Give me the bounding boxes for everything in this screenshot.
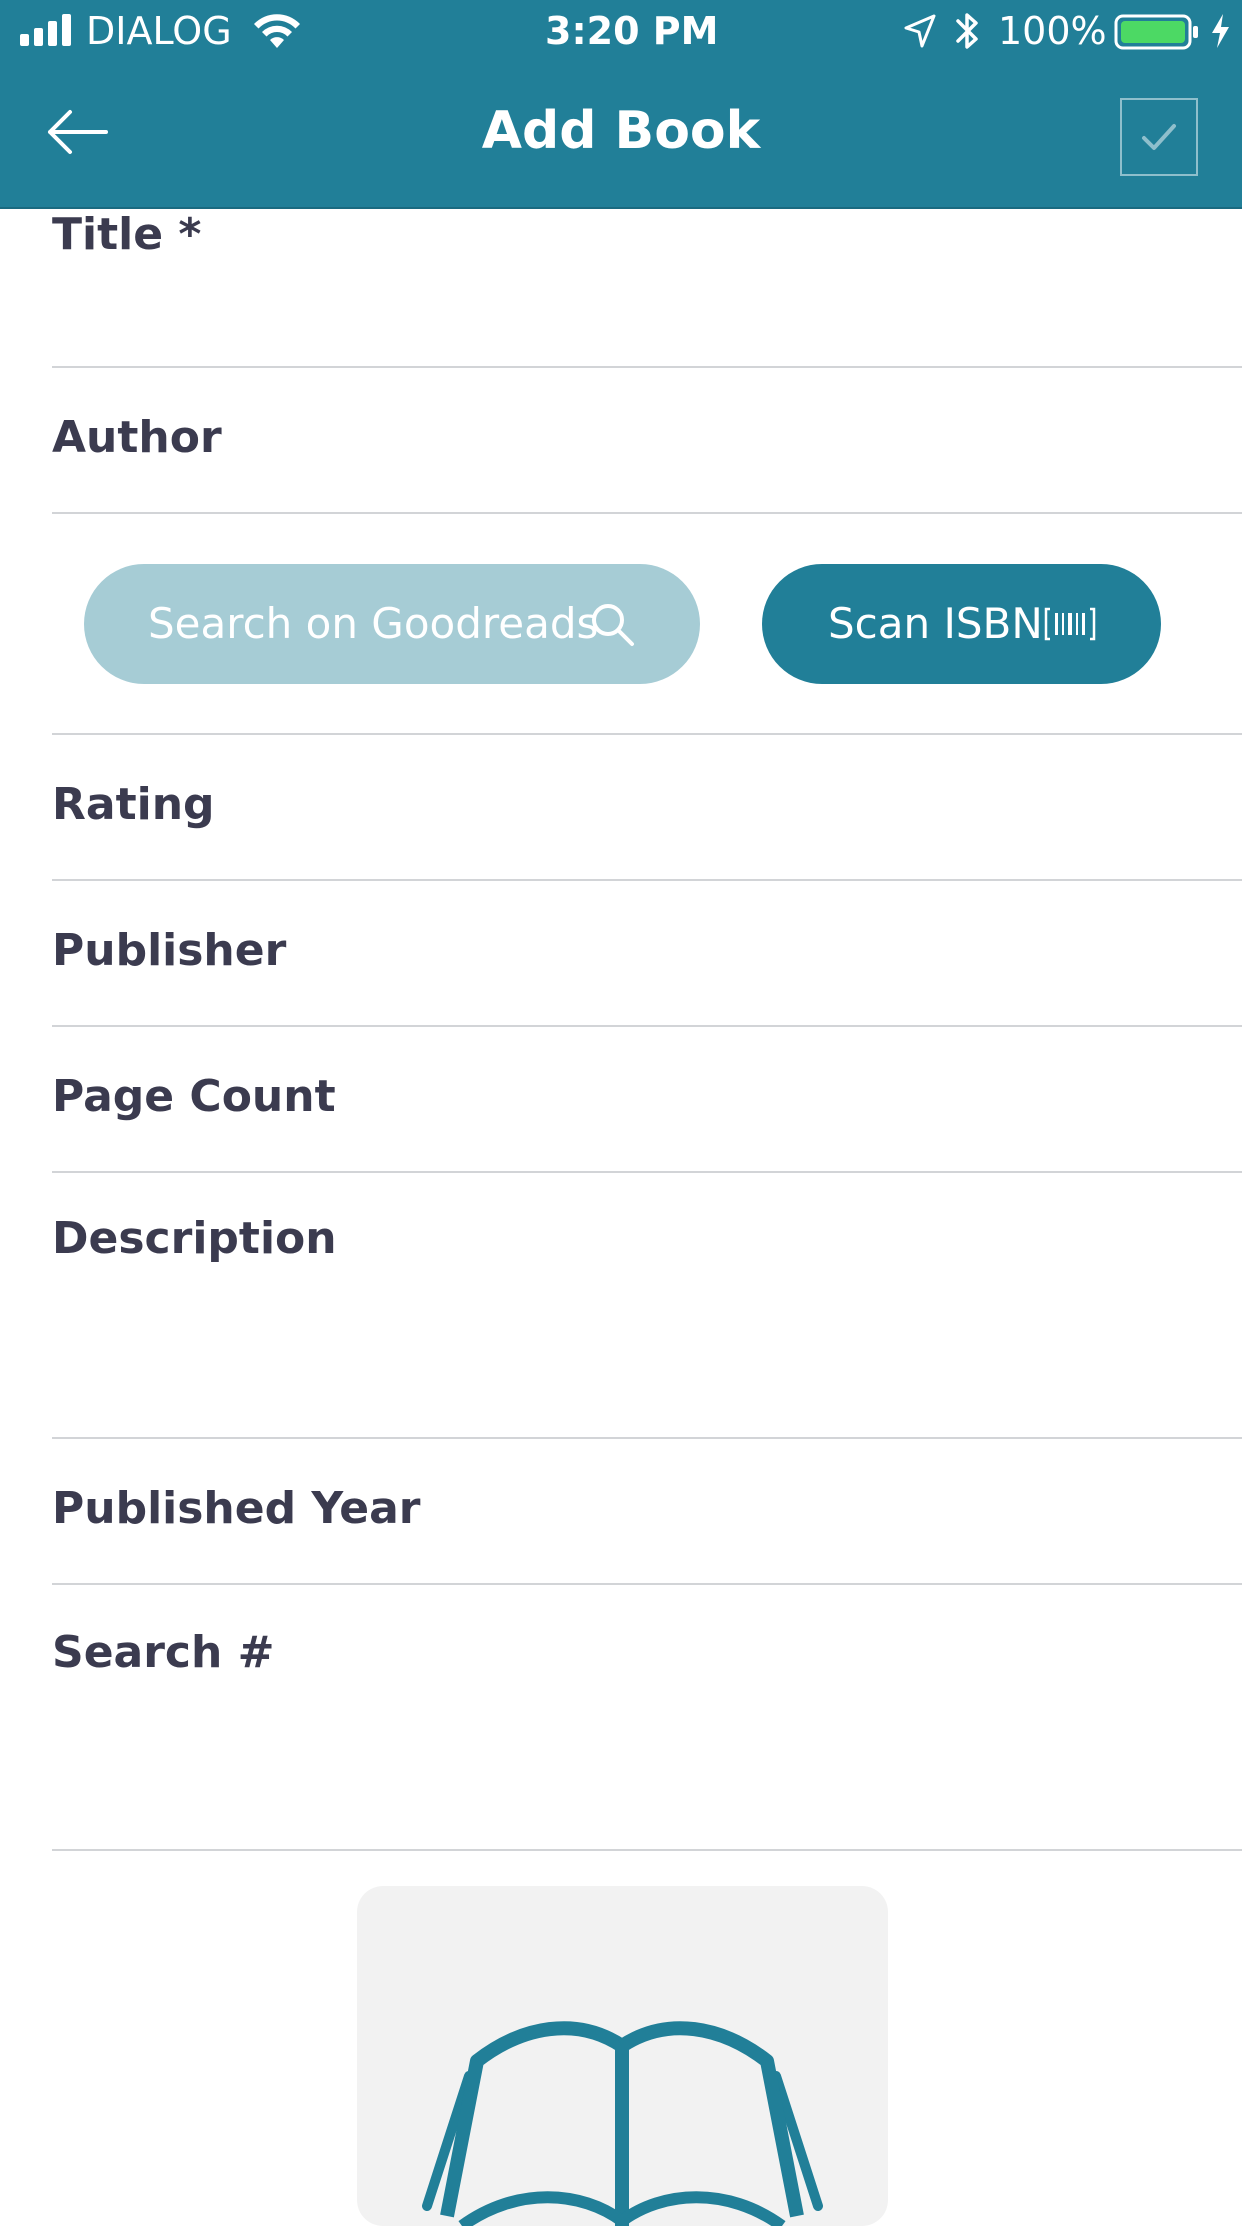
charging-icon: [1208, 12, 1232, 50]
battery-icon: [1114, 14, 1200, 50]
search-number-label: Search #: [52, 1627, 275, 1678]
open-book-icon: [422, 2021, 823, 2226]
location-icon: [904, 14, 936, 48]
page-title: Add Book: [481, 101, 761, 161]
author-field[interactable]: Author: [52, 368, 1242, 514]
description-field[interactable]: Description: [52, 1173, 1242, 1439]
author-label: Author: [52, 412, 222, 463]
save-button[interactable]: [1120, 98, 1198, 176]
title-field[interactable]: Title *: [52, 209, 1242, 368]
publisher-label: Publisher: [52, 925, 287, 976]
carrier-name: DIALOG: [86, 9, 232, 53]
page-count-label: Page Count: [52, 1071, 336, 1122]
wifi-icon: [252, 12, 302, 50]
bluetooth-icon: [954, 10, 982, 52]
status-bar: DIALOG 3:20 PM 100%: [0, 0, 1242, 62]
published-year-field[interactable]: Published Year: [52, 1439, 1242, 1585]
search-number-field[interactable]: Search #: [52, 1585, 1242, 1851]
app-header: Add Book: [0, 62, 1242, 209]
buttons-divider: [52, 514, 1242, 735]
publisher-field[interactable]: Publisher: [52, 881, 1242, 1027]
book-cover-picker[interactable]: [357, 1886, 888, 2226]
description-label: Description: [52, 1213, 337, 1264]
status-time: 3:20 PM: [545, 9, 719, 53]
page-count-field[interactable]: Page Count: [52, 1027, 1242, 1173]
published-year-label: Published Year: [52, 1483, 421, 1534]
checkmark-icon: [1142, 124, 1176, 150]
battery-percent: 100%: [998, 9, 1107, 53]
rating-field[interactable]: Rating: [52, 735, 1242, 881]
rating-label: Rating: [52, 779, 215, 830]
title-label: Title *: [52, 209, 202, 260]
signal-icon: [20, 14, 76, 46]
